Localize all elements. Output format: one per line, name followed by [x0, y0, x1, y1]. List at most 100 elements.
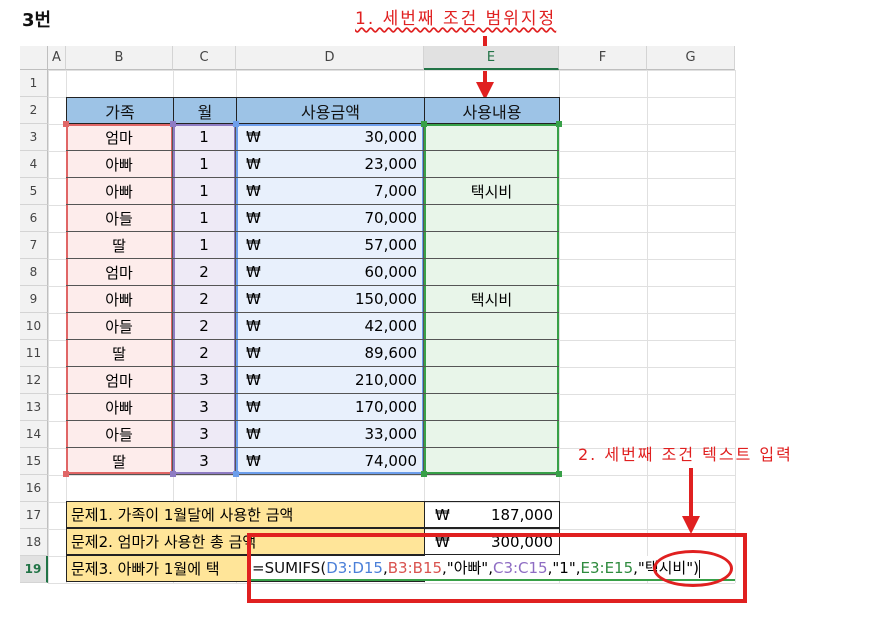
family-cell[interactable]: 아빠: [66, 151, 173, 178]
column-header-c[interactable]: C: [173, 46, 236, 70]
usage-cell[interactable]: [424, 421, 559, 448]
question-1-cell[interactable]: 문제1. 가족이 1월달에 사용한 금액: [66, 501, 425, 528]
month-cell[interactable]: 3: [173, 421, 236, 448]
range-handle[interactable]: [556, 121, 562, 127]
amount-value: 42,000: [364, 317, 418, 335]
amount-cell[interactable]: ₩7,000: [236, 178, 424, 205]
header-amount[interactable]: 사용금액: [236, 97, 425, 124]
row-header-14[interactable]: 14: [20, 421, 48, 448]
row-header-3[interactable]: 3: [20, 124, 48, 151]
amount-cell[interactable]: ₩30,000: [236, 124, 424, 151]
row-header-18[interactable]: 18: [20, 529, 48, 556]
amount-cell[interactable]: ₩150,000: [236, 286, 424, 313]
month-cell[interactable]: 3: [173, 367, 236, 394]
column-header-f[interactable]: F: [559, 46, 647, 70]
family-cell[interactable]: 아들: [66, 205, 173, 232]
column-header-a[interactable]: A: [48, 46, 66, 70]
row-header-2[interactable]: 2: [20, 97, 48, 124]
usage-cell[interactable]: [424, 367, 559, 394]
header-month[interactable]: 월: [173, 97, 237, 124]
currency-symbol: ₩: [435, 505, 450, 524]
month-cell[interactable]: 1: [173, 151, 236, 178]
range-handle[interactable]: [421, 121, 427, 127]
row-header-17[interactable]: 17: [20, 502, 48, 529]
amount-cell[interactable]: ₩89,600: [236, 340, 424, 367]
amount-cell[interactable]: ₩70,000: [236, 205, 424, 232]
amount-cell[interactable]: ₩33,000: [236, 421, 424, 448]
row-header-12[interactable]: 12: [20, 367, 48, 394]
family-cell[interactable]: 엄마: [66, 124, 173, 151]
month-cell[interactable]: 2: [173, 286, 236, 313]
currency-symbol: ₩: [246, 317, 261, 335]
usage-cell[interactable]: [424, 151, 559, 178]
month-cell[interactable]: 1: [173, 178, 236, 205]
amount-cell[interactable]: ₩170,000: [236, 394, 424, 421]
usage-cell[interactable]: [424, 340, 559, 367]
row-header-10[interactable]: 10: [20, 313, 48, 340]
range-handle[interactable]: [421, 471, 427, 477]
usage-cell[interactable]: [424, 259, 559, 286]
amount-cell[interactable]: ₩74,000: [236, 448, 424, 475]
range-handle[interactable]: [556, 471, 562, 477]
month-cell[interactable]: 2: [173, 259, 236, 286]
family-cell[interactable]: 엄마: [66, 367, 173, 394]
range-handle[interactable]: [63, 471, 69, 477]
row-header-11[interactable]: 11: [20, 340, 48, 367]
row-header-8[interactable]: 8: [20, 259, 48, 286]
month-cell[interactable]: 2: [173, 340, 236, 367]
header-family[interactable]: 가족: [66, 97, 174, 124]
family-cell[interactable]: 아들: [66, 313, 173, 340]
row-header-5[interactable]: 5: [20, 178, 48, 205]
month-cell[interactable]: 2: [173, 313, 236, 340]
usage-cell[interactable]: [424, 394, 559, 421]
range-handle[interactable]: [63, 121, 69, 127]
row-header-7[interactable]: 7: [20, 232, 48, 259]
month-cell[interactable]: 1: [173, 205, 236, 232]
row-header-16[interactable]: 16: [20, 475, 48, 502]
amount-cell[interactable]: ₩60,000: [236, 259, 424, 286]
row-header-9[interactable]: 9: [20, 286, 48, 313]
month-cell[interactable]: 1: [173, 124, 236, 151]
row-header-19[interactable]: 19: [20, 556, 48, 583]
usage-cell[interactable]: 택시비: [424, 286, 559, 313]
row-header-15[interactable]: 15: [20, 448, 48, 475]
usage-cell[interactable]: [424, 448, 559, 475]
usage-cell[interactable]: [424, 205, 559, 232]
amount-cell[interactable]: ₩42,000: [236, 313, 424, 340]
amount-cell[interactable]: ₩57,000: [236, 232, 424, 259]
family-cell[interactable]: 딸: [66, 448, 173, 475]
column-header-b[interactable]: B: [66, 46, 173, 70]
question-1-answer[interactable]: ₩ 187,000: [424, 501, 560, 528]
select-all-corner[interactable]: [20, 46, 48, 70]
usage-cell[interactable]: [424, 232, 559, 259]
row-header-13[interactable]: 13: [20, 394, 48, 421]
family-cell[interactable]: 아빠: [66, 286, 173, 313]
amount-cell[interactable]: ₩210,000: [236, 367, 424, 394]
amount-cell[interactable]: ₩23,000: [236, 151, 424, 178]
family-cell[interactable]: 딸: [66, 340, 173, 367]
family-cell[interactable]: 딸: [66, 232, 173, 259]
row-header-4[interactable]: 4: [20, 151, 48, 178]
family-cell[interactable]: 아빠: [66, 394, 173, 421]
month-cell[interactable]: 3: [173, 448, 236, 475]
range-handle[interactable]: [233, 471, 239, 477]
column-header-g[interactable]: G: [647, 46, 735, 70]
family-cell[interactable]: 아빠: [66, 178, 173, 205]
usage-cell[interactable]: [424, 124, 559, 151]
range-handle[interactable]: [170, 121, 176, 127]
usage-cell[interactable]: [424, 313, 559, 340]
month-cell[interactable]: 3: [173, 394, 236, 421]
family-cell[interactable]: 엄마: [66, 259, 173, 286]
header-usage[interactable]: 사용내용: [424, 97, 560, 124]
column-header-e[interactable]: E: [424, 46, 559, 70]
range-handle[interactable]: [170, 471, 176, 477]
row-header-1[interactable]: 1: [20, 70, 48, 97]
column-header-d[interactable]: D: [236, 46, 424, 70]
row-header-6[interactable]: 6: [20, 205, 48, 232]
month-cell[interactable]: 1: [173, 232, 236, 259]
range-handle[interactable]: [233, 121, 239, 127]
annotation-criteria-label: 2. 세번째 조건 텍스트 입력: [578, 445, 793, 464]
amount-value: 74,000: [364, 452, 418, 470]
usage-cell[interactable]: 택시비: [424, 178, 559, 205]
family-cell[interactable]: 아들: [66, 421, 173, 448]
